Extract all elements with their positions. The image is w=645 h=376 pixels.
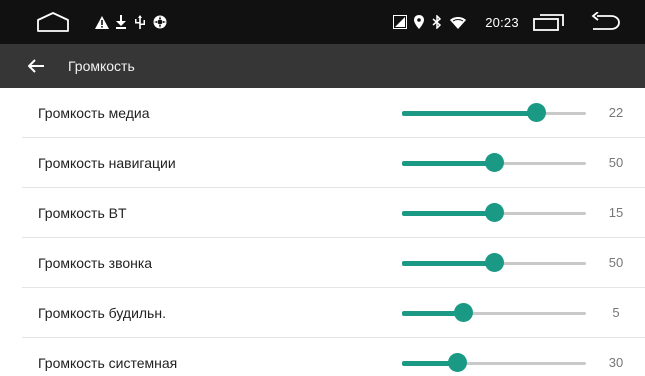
volume-value: 5 xyxy=(612,305,620,320)
slider-fill xyxy=(402,161,494,166)
wifi-icon xyxy=(449,0,467,44)
volume-label: Громкость будильн. xyxy=(38,305,166,321)
recent-apps-icon[interactable] xyxy=(530,0,568,44)
warning-icon xyxy=(94,0,110,44)
slider-fill xyxy=(402,111,537,116)
usb-icon xyxy=(132,0,148,44)
home-outline-icon[interactable] xyxy=(34,0,72,44)
clock: 20:23 xyxy=(485,14,519,30)
slider-thumb[interactable] xyxy=(485,253,504,272)
volume-row: Громкость медиа 22 xyxy=(0,88,645,138)
slider-thumb[interactable] xyxy=(485,153,504,172)
slider-thumb[interactable] xyxy=(527,103,547,122)
page-title: Громкость xyxy=(68,58,135,74)
volume-value: 22 xyxy=(608,105,624,120)
slider-fill xyxy=(402,261,494,266)
slider-thumb[interactable] xyxy=(453,303,473,322)
status-bar: 20:23 xyxy=(0,0,645,44)
volume-label: Громкость BT xyxy=(38,205,127,221)
slider-thumb[interactable] xyxy=(485,203,504,222)
volume-row: Громкость будильн. 5 xyxy=(0,288,645,338)
app-bar: Громкость xyxy=(0,44,645,88)
bluetooth-icon xyxy=(430,0,444,44)
volume-slider[interactable] xyxy=(402,303,586,322)
volume-label: Громкость медиа xyxy=(38,105,150,121)
volume-row: Громкость системная 30 xyxy=(0,338,645,376)
volume-label: Громкость системная xyxy=(38,355,178,371)
arrow-left-icon[interactable] xyxy=(22,53,50,79)
download-icon xyxy=(114,0,128,44)
volume-value: 15 xyxy=(608,205,624,220)
back-nav-icon[interactable] xyxy=(586,0,624,44)
volume-value: 50 xyxy=(608,155,624,170)
sim-icon xyxy=(392,0,408,44)
volume-label: Громкость звонка xyxy=(38,255,153,271)
volume-row: Громкость навигации 50 xyxy=(0,138,645,188)
volume-value: 30 xyxy=(608,355,624,370)
location-icon xyxy=(412,0,426,44)
slider-thumb[interactable] xyxy=(448,353,468,372)
volume-label: Громкость навигации xyxy=(38,155,176,171)
volume-slider[interactable] xyxy=(402,103,586,122)
volume-value: 50 xyxy=(608,255,624,270)
volume-row: Громкость BT 15 xyxy=(0,188,645,238)
volume-slider[interactable] xyxy=(402,253,586,272)
volume-slider[interactable] xyxy=(402,353,586,372)
volume-slider[interactable] xyxy=(402,153,586,172)
slider-fill xyxy=(402,211,494,216)
volume-row: Громкость звонка 50 xyxy=(0,238,645,288)
settings-badge-icon xyxy=(151,0,169,44)
volume-slider[interactable] xyxy=(402,203,586,222)
